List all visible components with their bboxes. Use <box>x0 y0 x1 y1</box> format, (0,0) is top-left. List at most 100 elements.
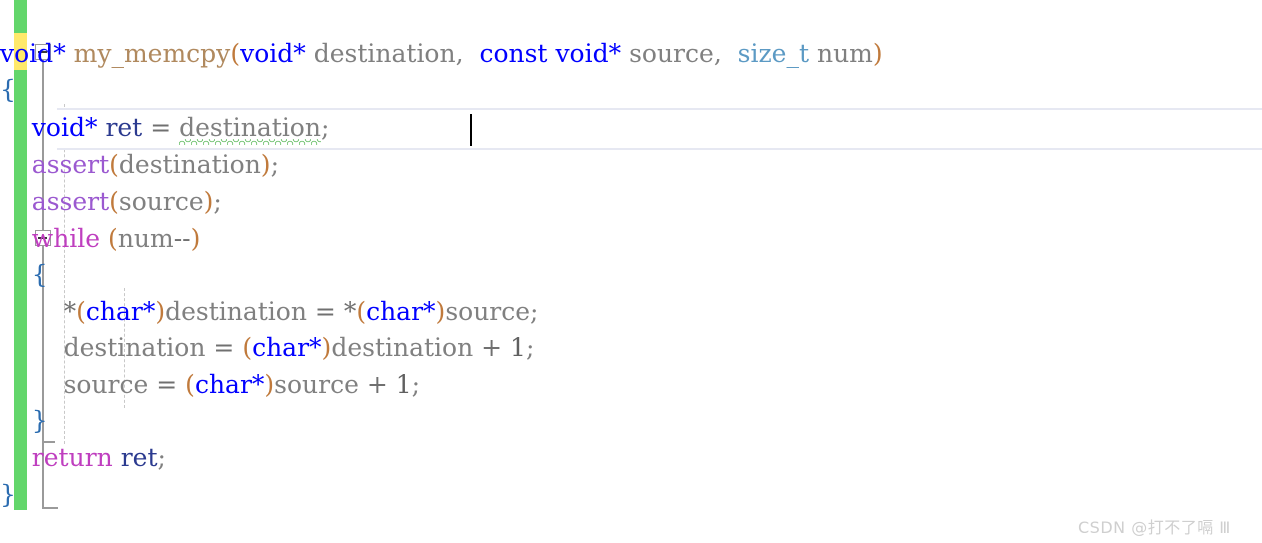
code-token: ; <box>320 113 330 142</box>
code-token: 1 <box>510 333 526 362</box>
code-token: num <box>117 224 174 253</box>
code-token: 1 <box>395 370 412 399</box>
code-token: ) <box>264 370 275 399</box>
code-token: { <box>31 260 48 289</box>
code-token: = <box>156 370 178 399</box>
code-token: ; <box>270 150 279 179</box>
code-token: ) <box>203 187 214 216</box>
code-token: { <box>0 75 16 104</box>
code-line[interactable]: while (num--) <box>0 221 1262 257</box>
code-line[interactable]: { <box>0 257 1262 293</box>
code-token: ; <box>525 333 535 362</box>
code-token: ; <box>213 187 222 216</box>
code-line[interactable]: source = (char*)source + 1; <box>0 367 1262 403</box>
code-token: ) <box>872 39 883 68</box>
code-text-layer[interactable]: void* my_memcpy(void* destination, const… <box>0 0 1262 543</box>
code-token: ; <box>157 443 166 472</box>
code-token: assert <box>31 187 110 216</box>
code-token: ( <box>185 370 195 399</box>
code-editor[interactable]: void* my_memcpy(void* destination, const… <box>0 0 1262 543</box>
code-token: -- <box>173 224 191 253</box>
code-token: ) <box>190 224 201 253</box>
code-token: , <box>713 39 722 68</box>
code-token: destination <box>313 39 456 68</box>
code-line[interactable]: } <box>0 477 1262 513</box>
code-line[interactable]: destination = (char*)destination + 1; <box>0 330 1262 366</box>
code-line[interactable]: assert(source); <box>0 184 1262 220</box>
code-token: while <box>31 224 101 253</box>
code-token: * <box>293 39 306 68</box>
code-token: char <box>85 297 143 326</box>
csdn-watermark: CSDN @打不了嗝 Ⅲ <box>1078 518 1231 537</box>
code-token: destination <box>331 333 474 362</box>
code-line[interactable]: { <box>0 72 1262 108</box>
code-token: ; <box>530 297 539 326</box>
code-token: ret <box>120 443 158 472</box>
code-token: + <box>481 333 503 362</box>
code-token: char <box>366 297 424 326</box>
code-line[interactable]: } <box>0 403 1262 439</box>
code-token: ( <box>109 187 119 216</box>
code-token: destination <box>165 297 307 326</box>
code-token: ( <box>76 297 86 326</box>
code-token: ) <box>321 333 332 362</box>
code-token: source <box>274 370 359 399</box>
code-token: * <box>63 297 77 326</box>
text-caret <box>470 114 472 146</box>
code-token: my_memcpy <box>73 39 231 68</box>
code-token: * <box>142 297 156 326</box>
code-token: void <box>0 39 54 68</box>
code-line[interactable]: void* my_memcpy(void* destination, const… <box>0 36 1262 72</box>
code-token: char <box>252 333 310 362</box>
code-token: destination <box>118 150 261 179</box>
code-token: destination <box>179 110 321 146</box>
code-token: ) <box>435 297 446 326</box>
code-token: num <box>816 39 873 68</box>
code-line[interactable]: return ret; <box>0 440 1262 476</box>
code-token: } <box>31 406 48 435</box>
code-token: * <box>84 113 98 142</box>
code-token: size_t <box>737 39 810 68</box>
code-token: = <box>213 333 235 362</box>
code-token: * <box>53 39 66 68</box>
code-token: return <box>31 443 113 472</box>
code-line[interactable]: void* ret = destination; <box>0 110 1262 146</box>
code-token: void <box>240 39 294 68</box>
code-token: ret <box>105 113 143 142</box>
code-token: ( <box>356 297 367 326</box>
code-token: assert <box>31 150 110 179</box>
code-token: * <box>343 297 357 326</box>
code-token: void <box>555 39 609 68</box>
code-token: source <box>629 39 714 68</box>
code-token: ( <box>109 150 119 179</box>
code-token: , <box>455 39 464 68</box>
code-line[interactable]: *(char*)destination = *(char*)source; <box>0 294 1262 330</box>
code-token: * <box>423 297 436 326</box>
code-token: * <box>309 333 322 362</box>
code-line[interactable]: assert(destination); <box>0 147 1262 183</box>
code-token: void <box>31 113 85 142</box>
code-token: destination <box>63 333 206 362</box>
code-token: = <box>314 297 336 326</box>
